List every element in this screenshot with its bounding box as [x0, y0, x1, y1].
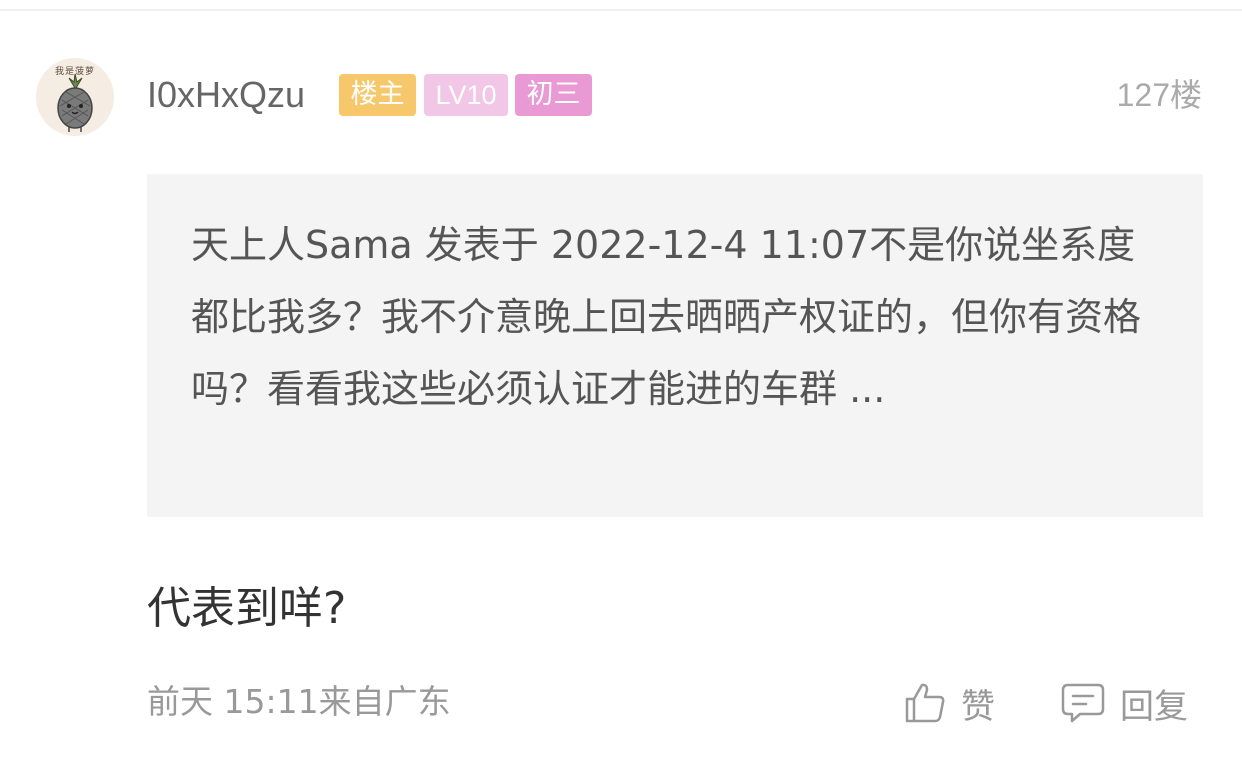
host-badge: 楼主 [339, 74, 416, 116]
pineapple-avatar-icon [57, 73, 93, 132]
username[interactable]: I0xHxQzu [147, 72, 305, 118]
reply-content: 代表到咩? [147, 583, 347, 634]
reply-label: 回复 [1120, 686, 1188, 727]
level-badge: LV10 [424, 74, 508, 116]
rank-badge: 初三 [515, 74, 592, 116]
floor-number: 127楼 [1116, 77, 1202, 113]
like-button[interactable]: 赞 [903, 680, 995, 727]
quoted-post[interactable]: 天上人Sama 发表于 2022-12-4 11:07不是你说坐系度都比我多？我… [147, 174, 1203, 517]
top-divider [0, 0, 1242, 11]
avatar[interactable]: 我是菠萝 [36, 58, 114, 136]
post-meta: 前天 15:11来自广东 [147, 682, 451, 721]
like-label: 赞 [961, 686, 995, 727]
reply-button[interactable]: 回复 [1060, 680, 1188, 727]
comment-bubble-icon [1061, 683, 1105, 723]
thumbs-up-icon [905, 683, 945, 723]
